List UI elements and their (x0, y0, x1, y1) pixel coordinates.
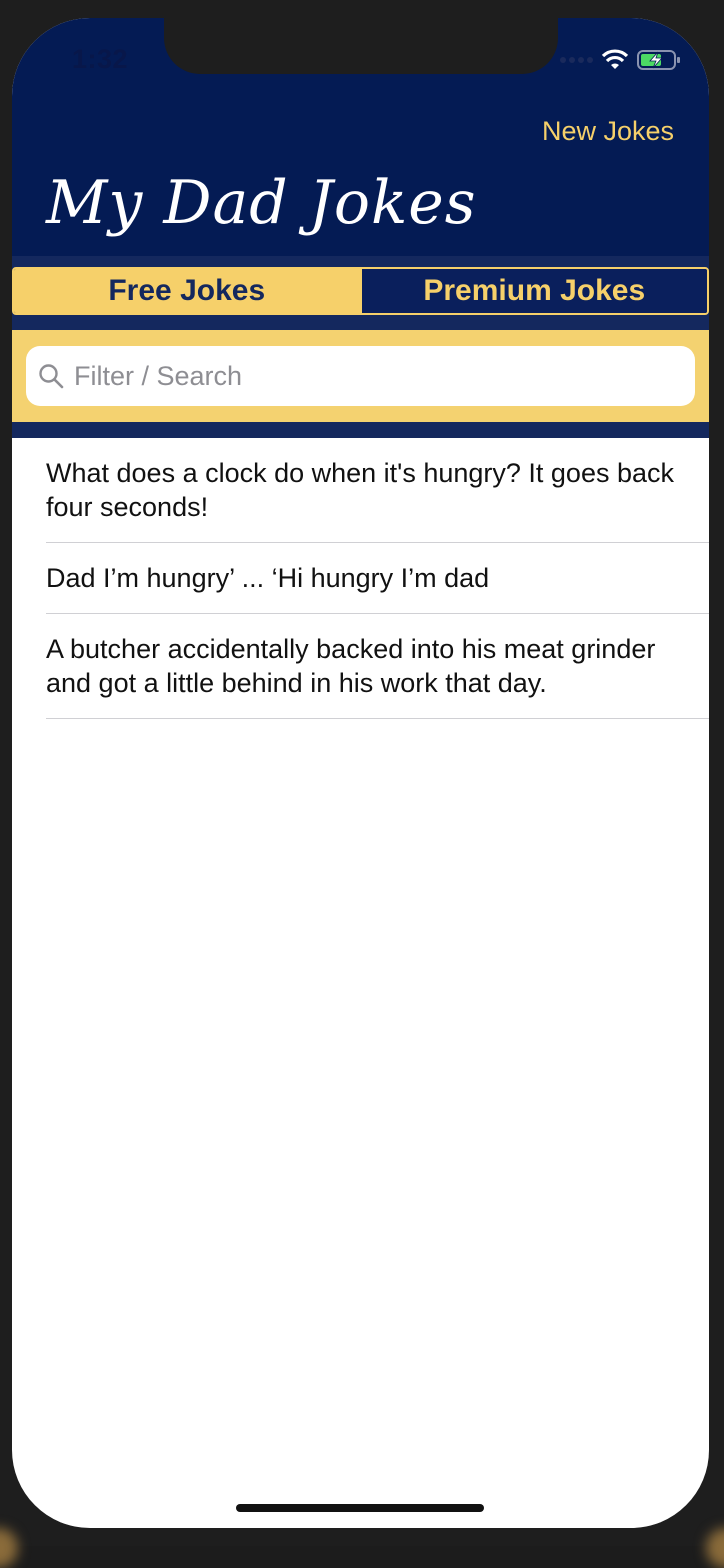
search-icon (39, 364, 64, 389)
page-title: My Dad Jokes (46, 168, 477, 238)
jokes-list: What does a clock do when it's hungry? I… (12, 438, 709, 719)
search-bar-container (12, 330, 709, 422)
home-indicator[interactable] (236, 1504, 484, 1512)
tab-premium-jokes[interactable]: Premium Jokes (359, 269, 707, 313)
device-frame: 1:32 New Jokes My Dad Jokes Free Jokes P… (0, 0, 724, 1568)
battery-charging-icon (637, 50, 680, 70)
divider-strip (12, 422, 709, 438)
joke-list-item[interactable]: A butcher accidentally backed into his m… (46, 614, 709, 719)
joke-list-item[interactable]: What does a clock do when it's hungry? I… (46, 438, 709, 543)
new-jokes-button[interactable]: New Jokes (542, 116, 674, 147)
wifi-icon (601, 49, 629, 69)
joke-list-item[interactable]: Dad I’m hungry’ ... ‘Hi hungry I’m dad (46, 543, 709, 614)
cellular-signal-icon (560, 57, 593, 63)
frame-corner (0, 1528, 18, 1568)
navigation-header: 1:32 New Jokes My Dad Jokes (12, 18, 709, 274)
frame-corner (706, 1528, 724, 1568)
search-field[interactable] (26, 346, 695, 406)
status-time: 1:32 (72, 44, 129, 74)
tab-free-jokes[interactable]: Free Jokes (14, 269, 360, 313)
device-notch (164, 18, 558, 74)
status-icons (560, 48, 681, 72)
app-screen: 1:32 New Jokes My Dad Jokes Free Jokes P… (12, 18, 709, 1528)
joke-type-segmented-control: Free Jokes Premium Jokes (12, 267, 709, 315)
search-input[interactable] (72, 359, 656, 393)
